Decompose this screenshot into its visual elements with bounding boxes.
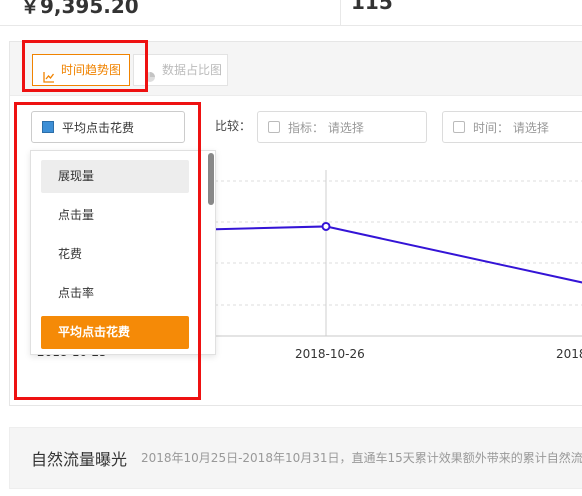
- metric-filter-text: 指标： 请选择: [288, 120, 364, 135]
- compare-metric-filter[interactable]: 指标： 请选择: [257, 111, 427, 143]
- metric-select[interactable]: 平均点击花费: [31, 111, 185, 143]
- divider: [340, 0, 341, 26]
- metric-dropdown: 展现量 点击量 花费 点击率 平均点击花费: [30, 150, 216, 355]
- tab-data-ratio[interactable]: 数据占比图: [133, 54, 228, 86]
- dropdown-scrollbar[interactable]: [208, 153, 214, 205]
- metric-select-value: 平均点击花费: [62, 120, 135, 135]
- dropdown-option[interactable]: 展现量: [41, 160, 189, 193]
- page: ￥9,395.20 115 时间趋势图 数据占比图 平均点击花费 比较： 指标：…: [0, 0, 582, 496]
- data-point: [321, 221, 331, 231]
- tab-time-trend[interactable]: 时间趋势图: [32, 54, 130, 86]
- dropdown-option[interactable]: 点击率: [41, 277, 189, 310]
- natural-traffic-section: 自然流量曝光 2018年10月25日-2018年10月31日，直通车15天累计效…: [9, 427, 582, 489]
- stats-strip: ￥9,395.20 115: [0, 0, 582, 26]
- line-chart-icon: [43, 64, 55, 83]
- metric-filter-checkbox[interactable]: [268, 121, 280, 133]
- natural-traffic-description: 2018年10月25日-2018年10月31日，直通车15天累计效果额外带来的累…: [141, 451, 582, 465]
- dropdown-option-selected[interactable]: 平均点击花费: [41, 316, 189, 349]
- tab-time-trend-label: 时间趋势图: [61, 63, 122, 77]
- compare-time-filter[interactable]: 时间： 请选择: [442, 111, 582, 143]
- x-tick-label: 2018: [556, 347, 582, 361]
- x-tick-label: 2018-10-26: [295, 347, 365, 361]
- dropdown-option[interactable]: 花费: [41, 238, 189, 271]
- time-filter-text: 时间： 请选择: [473, 120, 549, 135]
- spend-value: ￥9,395.20: [20, 0, 139, 18]
- count-value: 115: [351, 0, 393, 14]
- dropdown-option[interactable]: 点击量: [41, 199, 189, 232]
- time-filter-checkbox[interactable]: [453, 121, 465, 133]
- natural-traffic-title: 自然流量曝光: [31, 450, 128, 469]
- chart-tabbar: 时间趋势图 数据占比图: [10, 42, 582, 96]
- compare-label: 比较：: [215, 119, 252, 133]
- pie-chart-icon: [144, 64, 156, 82]
- tab-data-ratio-label: 数据占比图: [162, 63, 223, 77]
- series-color-swatch: [42, 121, 54, 133]
